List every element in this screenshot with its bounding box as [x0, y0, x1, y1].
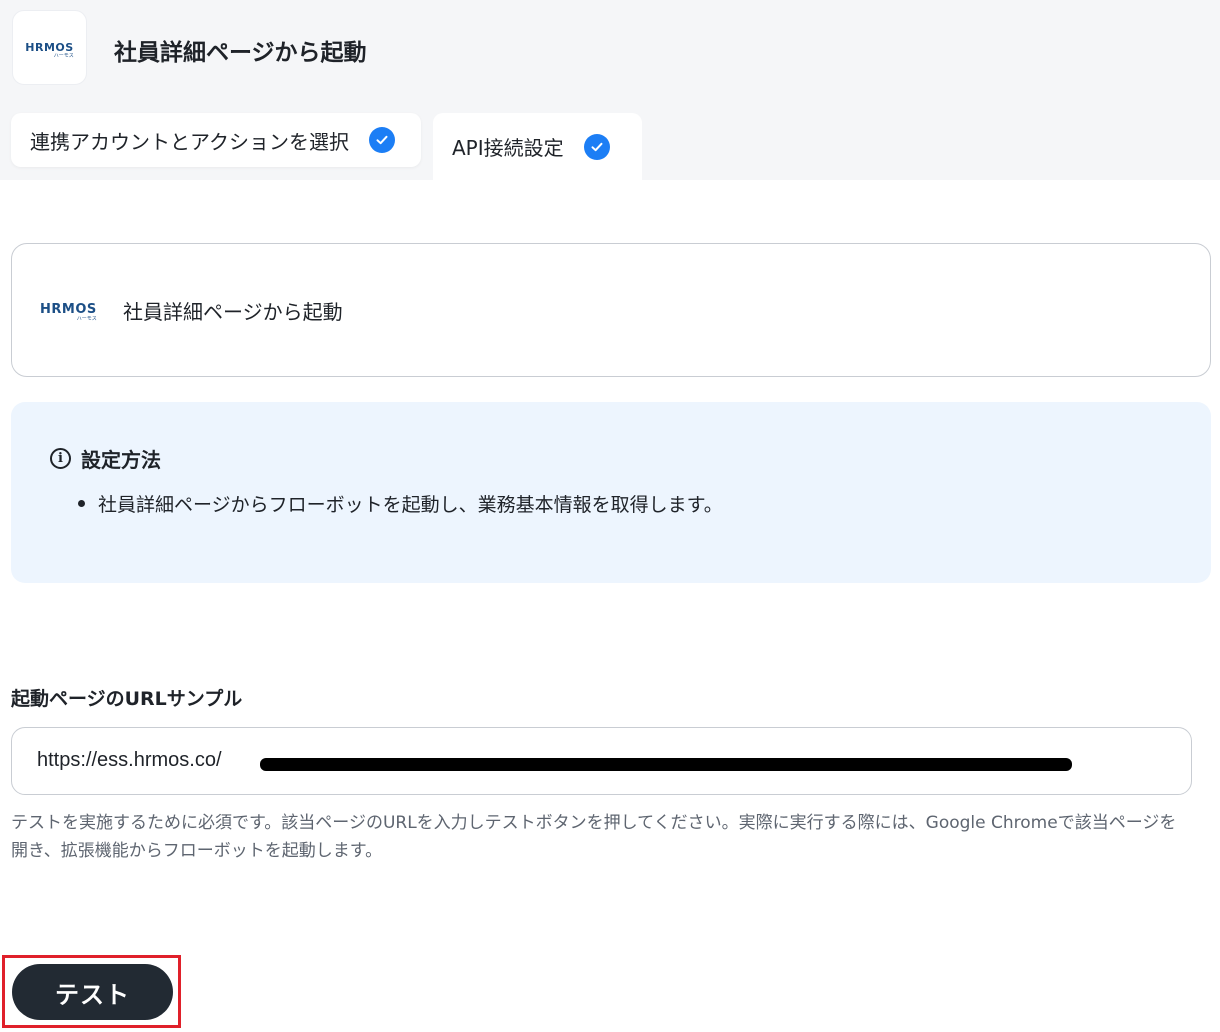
trigger-title: 社員詳細ページから起動: [123, 300, 343, 324]
logo-subtext: ハーモス: [53, 53, 74, 59]
info-box: i 設定方法 社員詳細ページからフローボットを起動し、業務基本情報を取得します。: [11, 402, 1211, 583]
info-icon: i: [50, 448, 71, 469]
info-list-item: 社員詳細ページからフローボットを起動し、業務基本情報を取得します。: [78, 490, 723, 517]
page-header: HRMOS ハーモス 社員詳細ページから起動 連携アカウントとアクションを選択 …: [0, 0, 1220, 180]
info-heading: i 設定方法: [50, 444, 161, 473]
tab-api-settings[interactable]: API接続設定: [433, 113, 642, 180]
tab-account-action[interactable]: 連携アカウントとアクションを選択: [11, 113, 421, 167]
check-circle-icon: [583, 133, 610, 160]
info-item-text: 社員詳細ページからフローボットを起動し、業務基本情報を取得します。: [98, 494, 723, 516]
hrmos-logo: HRMOS ハーモス: [25, 42, 73, 59]
page-title: 社員詳細ページから起動: [114, 40, 367, 66]
logo-text: HRMOS: [40, 302, 97, 317]
redaction-bar: [260, 758, 1072, 771]
test-button[interactable]: テスト: [12, 964, 173, 1020]
url-help-text: テストを実施するために必須です。該当ページのURLを入力しテストボタンを押してく…: [11, 813, 1177, 861]
hrmos-logo: HRMOS ハーモス: [40, 302, 97, 322]
info-heading-text: 設定方法: [81, 448, 161, 472]
check-circle-icon: [369, 127, 395, 153]
url-input[interactable]: https://ess.hrmos.co/: [11, 727, 1192, 795]
logo-subtext: ハーモス: [76, 316, 97, 322]
tab-label: API接続設定: [452, 136, 564, 160]
trigger-card: HRMOS ハーモス 社員詳細ページから起動: [11, 243, 1211, 377]
bullet-icon: [78, 500, 85, 507]
app-logo: HRMOS ハーモス: [12, 10, 87, 85]
tab-label: 連携アカウントとアクションを選択: [30, 129, 349, 154]
url-value: https://ess.hrmos.co/: [37, 749, 222, 771]
url-field-label: 起動ページのURLサンプル: [11, 688, 243, 710]
